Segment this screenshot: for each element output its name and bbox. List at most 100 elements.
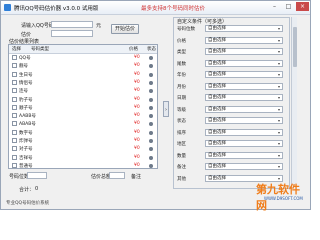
maximize-button[interactable]: □ bbox=[282, 2, 295, 11]
filter-combobox[interactable]: 自由选择 ▾ bbox=[205, 105, 283, 113]
filter-combobox[interactable]: 自由选择 ▾ bbox=[205, 140, 283, 147]
table-row[interactable]: 吉祥号 ¥0 bbox=[9, 154, 157, 162]
table-row[interactable]: QQ号 ¥0 bbox=[9, 54, 157, 62]
combo-value: 自由选择 bbox=[208, 129, 226, 135]
row-checkbox[interactable] bbox=[12, 162, 17, 168]
scroll-thumb[interactable] bbox=[293, 27, 297, 67]
table-row[interactable]: 对子号 ¥0 bbox=[9, 145, 157, 153]
filter-combobox[interactable]: 自由选择 ▾ bbox=[205, 25, 283, 32]
row-checkbox[interactable] bbox=[12, 154, 17, 160]
price-input[interactable] bbox=[51, 30, 93, 37]
table-row[interactable]: 生日号 ¥0 bbox=[9, 71, 157, 79]
status-dot-icon bbox=[149, 139, 153, 143]
row-checkbox[interactable] bbox=[12, 138, 17, 143]
row-price: ¥0 bbox=[134, 129, 140, 135]
filter-combobox[interactable]: 自由选择 ▾ bbox=[205, 163, 283, 170]
table-row[interactable]: AABB号 ¥0 bbox=[9, 112, 157, 120]
row-checkbox[interactable] bbox=[12, 79, 17, 85]
status-dot-icon bbox=[149, 56, 153, 60]
row-checkbox[interactable] bbox=[12, 63, 17, 69]
row-type: 对子号 bbox=[19, 147, 33, 153]
total-input[interactable] bbox=[109, 172, 125, 179]
filter-combobox[interactable]: 自由选择 ▾ bbox=[205, 82, 283, 90]
window-title: 腾讯QQ号码估价器 v3.0.0 试用版 bbox=[14, 6, 99, 12]
table-header: 选择 号码类型 价格 状态 bbox=[9, 45, 157, 54]
table-row[interactable]: 豹子号 ¥0 bbox=[9, 96, 157, 104]
bottom-col2: 估价总额 bbox=[91, 174, 112, 180]
filter-label: 数量 bbox=[177, 153, 186, 159]
filter-combobox[interactable]: 自由选择 ▾ bbox=[205, 151, 283, 159]
row-checkbox[interactable] bbox=[12, 96, 17, 102]
filter-combobox[interactable]: 自由选择 ▾ bbox=[205, 94, 283, 101]
chevron-down-icon: ▾ bbox=[277, 60, 280, 66]
row-checkbox[interactable] bbox=[12, 113, 17, 119]
row-checkbox[interactable] bbox=[12, 129, 17, 135]
estimate-button[interactable]: 开始估价 bbox=[111, 24, 139, 34]
combo-value: 自由选择 bbox=[208, 175, 226, 181]
close-button[interactable]: × bbox=[296, 2, 309, 11]
chevron-down-icon: ▾ bbox=[277, 175, 280, 181]
price-label: 估价 bbox=[21, 32, 32, 38]
row-price: ¥0 bbox=[134, 96, 140, 102]
row-type: 豹子号 bbox=[19, 97, 33, 103]
table-row[interactable]: 情侣号 ¥0 bbox=[9, 79, 157, 87]
row-checkbox[interactable] bbox=[12, 146, 17, 152]
status-dot-icon bbox=[149, 72, 153, 77]
header-type: 号码类型 bbox=[31, 47, 49, 52]
table-row[interactable]: 普通号 ¥0 bbox=[9, 162, 157, 170]
filter-combobox[interactable]: 自由选择 ▾ bbox=[205, 128, 283, 136]
table-row[interactable]: 靓号 ¥0 bbox=[9, 62, 157, 70]
combo-value: 自由选择 bbox=[208, 164, 226, 169]
status-dot-icon bbox=[149, 122, 153, 127]
chevron-down-icon: ▾ bbox=[277, 72, 280, 77]
row-price: ¥0 bbox=[134, 162, 140, 168]
filter-combobox[interactable]: 自由选择 ▾ bbox=[205, 59, 283, 67]
digits-input[interactable] bbox=[27, 172, 47, 179]
header-price: 价格 bbox=[129, 47, 138, 52]
filter-combobox[interactable]: 自由选择 ▾ bbox=[205, 71, 283, 78]
row-price: ¥0 bbox=[134, 88, 140, 94]
row-type: 生日号 bbox=[19, 72, 33, 78]
combo-value: 自由选择 bbox=[208, 26, 226, 31]
combo-value: 自由选择 bbox=[208, 141, 226, 146]
table-row[interactable]: ABAB号 ¥0 bbox=[9, 120, 157, 128]
row-checkbox[interactable] bbox=[12, 71, 17, 77]
row-type: ABAB号 bbox=[19, 122, 36, 128]
filter-combobox[interactable]: 自由选择 ▾ bbox=[205, 48, 283, 55]
row-checkbox[interactable] bbox=[12, 121, 17, 127]
title-hint: 最多支持8个号码同时估价 bbox=[141, 6, 206, 12]
filter-combobox[interactable]: 自由选择 ▾ bbox=[205, 117, 283, 124]
combo-value: 自由选择 bbox=[208, 106, 226, 112]
status-dot-icon bbox=[149, 97, 153, 102]
row-type: 数字号 bbox=[19, 130, 33, 136]
combo-value: 自由选择 bbox=[208, 37, 226, 43]
table-row[interactable]: 数字号 ¥0 bbox=[9, 129, 157, 137]
row-type: 连号 bbox=[19, 89, 28, 95]
row-price: ¥0 bbox=[134, 63, 140, 69]
bottom-col1: 号码位数 bbox=[9, 174, 30, 180]
filter-combobox[interactable]: 自由选择 ▾ bbox=[205, 36, 283, 44]
row-type: 靓号 bbox=[19, 64, 28, 70]
combo-value: 自由选择 bbox=[208, 118, 226, 123]
title-bar: 腾讯QQ号码估价器 v3.0.0 试用版 最多支持8个号码同时估价 – □ × bbox=[1, 1, 310, 15]
table-row[interactable]: 连号 ¥0 bbox=[9, 87, 157, 95]
minimize-button[interactable]: – bbox=[268, 2, 281, 11]
qq-label: 请输入QQ号码 bbox=[21, 23, 54, 29]
filter-label: 备注 bbox=[177, 165, 186, 170]
row-type: 顺子号 bbox=[19, 105, 33, 111]
footer-text: 专业QQ号码估价系统 bbox=[6, 201, 50, 206]
row-checkbox[interactable] bbox=[12, 104, 17, 110]
status-dot-icon bbox=[149, 89, 153, 94]
chevron-down-icon: ▾ bbox=[277, 129, 280, 135]
table-row[interactable]: 顺子号 ¥0 bbox=[9, 104, 157, 112]
unit-label: 元 bbox=[96, 23, 102, 29]
expand-arrow-button[interactable]: › bbox=[163, 101, 169, 117]
table-row[interactable]: 炸弹号 ¥0 bbox=[9, 137, 157, 145]
chevron-down-icon: ▾ bbox=[277, 49, 280, 54]
status-dot-icon bbox=[149, 155, 153, 160]
row-checkbox[interactable] bbox=[12, 88, 17, 94]
row-checkbox[interactable] bbox=[12, 55, 17, 60]
qq-input[interactable] bbox=[51, 21, 93, 28]
row-type: 普通号 bbox=[19, 163, 33, 169]
vertical-scrollbar[interactable] bbox=[291, 17, 297, 189]
